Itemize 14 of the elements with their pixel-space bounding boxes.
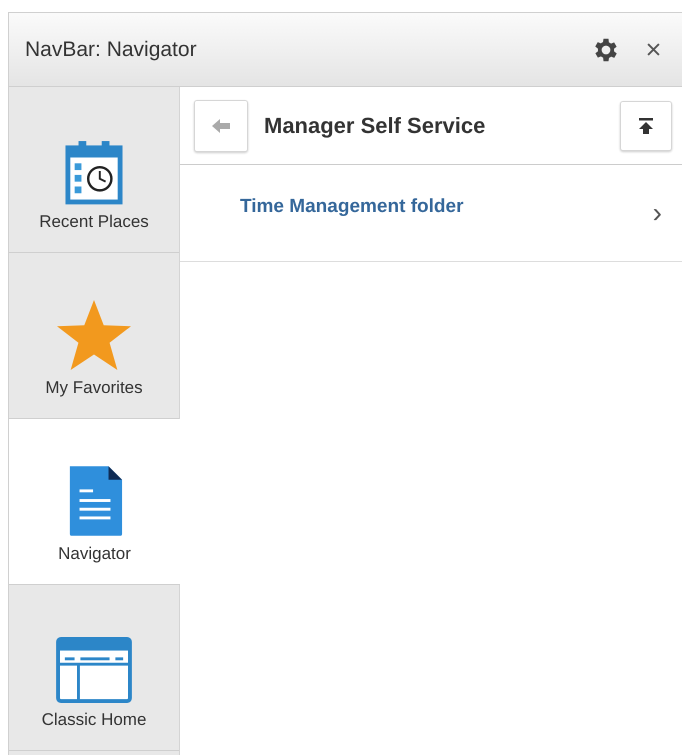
window-title: NavBar: Navigator <box>25 38 198 62</box>
arrow-up-to-bar-icon <box>638 116 654 134</box>
star-icon <box>55 298 133 372</box>
close-icon[interactable] <box>647 43 660 56</box>
sidebar-item[interactable]: Classic Home <box>9 585 179 751</box>
scroll-to-top-button[interactable] <box>620 100 672 150</box>
folder-list-item[interactable]: Time Management folder › <box>180 165 682 262</box>
window-layout-icon <box>55 636 133 704</box>
sidebar-item[interactable]: My Favorites <box>9 253 179 419</box>
section-title: Manager Self Service <box>264 112 486 138</box>
back-arrow-icon <box>211 118 231 134</box>
calendar-clock-icon <box>65 138 123 206</box>
sidebar-item[interactable]: Recent Places <box>9 87 179 253</box>
sidebar-item[interactable]: Navigator <box>9 419 180 585</box>
